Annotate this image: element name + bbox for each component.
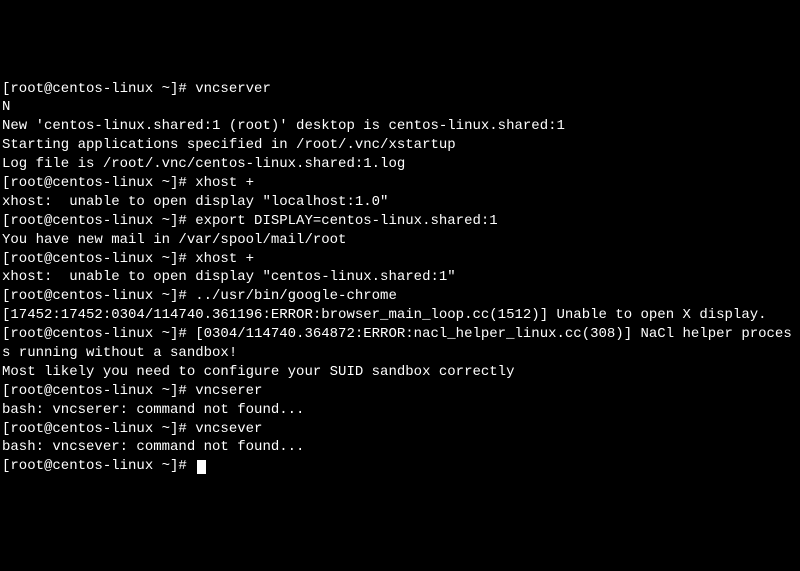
terminal-line: xhost: unable to open display "centos-li… bbox=[2, 268, 798, 287]
terminal-line: [root@centos-linux ~]# ../usr/bin/google… bbox=[2, 287, 798, 306]
terminal-line: bash: vncserer: command not found... bbox=[2, 401, 798, 420]
terminal-line: [root@centos-linux ~]# export DISPLAY=ce… bbox=[2, 212, 798, 231]
terminal-line: Log file is /root/.vnc/centos-linux.shar… bbox=[2, 155, 798, 174]
terminal-prompt-line[interactable]: [root@centos-linux ~]# bbox=[2, 457, 798, 476]
terminal-line: [root@centos-linux ~]# vncserver bbox=[2, 80, 798, 99]
terminal-line: New 'centos-linux.shared:1 (root)' deskt… bbox=[2, 117, 798, 136]
terminal-line: Starting applications specified in /root… bbox=[2, 136, 798, 155]
terminal-line: [root@centos-linux ~]# xhost + bbox=[2, 250, 798, 269]
terminal-line: xhost: unable to open display "localhost… bbox=[2, 193, 798, 212]
terminal-line: [root@centos-linux ~]# xhost + bbox=[2, 174, 798, 193]
terminal-line: You have new mail in /var/spool/mail/roo… bbox=[2, 231, 798, 250]
terminal-line: [root@centos-linux ~]# vncserer bbox=[2, 382, 798, 401]
cursor-icon bbox=[197, 460, 206, 474]
terminal-line: bash: vncsever: command not found... bbox=[2, 438, 798, 457]
terminal-line: N bbox=[2, 98, 798, 117]
terminal-output[interactable]: [root@centos-linux ~]# vncserverNNew 'ce… bbox=[2, 80, 798, 477]
terminal-prompt: [root@centos-linux ~]# bbox=[2, 458, 195, 474]
terminal-line: [root@centos-linux ~]# [0304/114740.3648… bbox=[2, 325, 798, 363]
terminal-line: [root@centos-linux ~]# vncsever bbox=[2, 420, 798, 439]
terminal-line: [17452:17452:0304/114740.361196:ERROR:br… bbox=[2, 306, 798, 325]
terminal-line: Most likely you need to configure your S… bbox=[2, 363, 798, 382]
